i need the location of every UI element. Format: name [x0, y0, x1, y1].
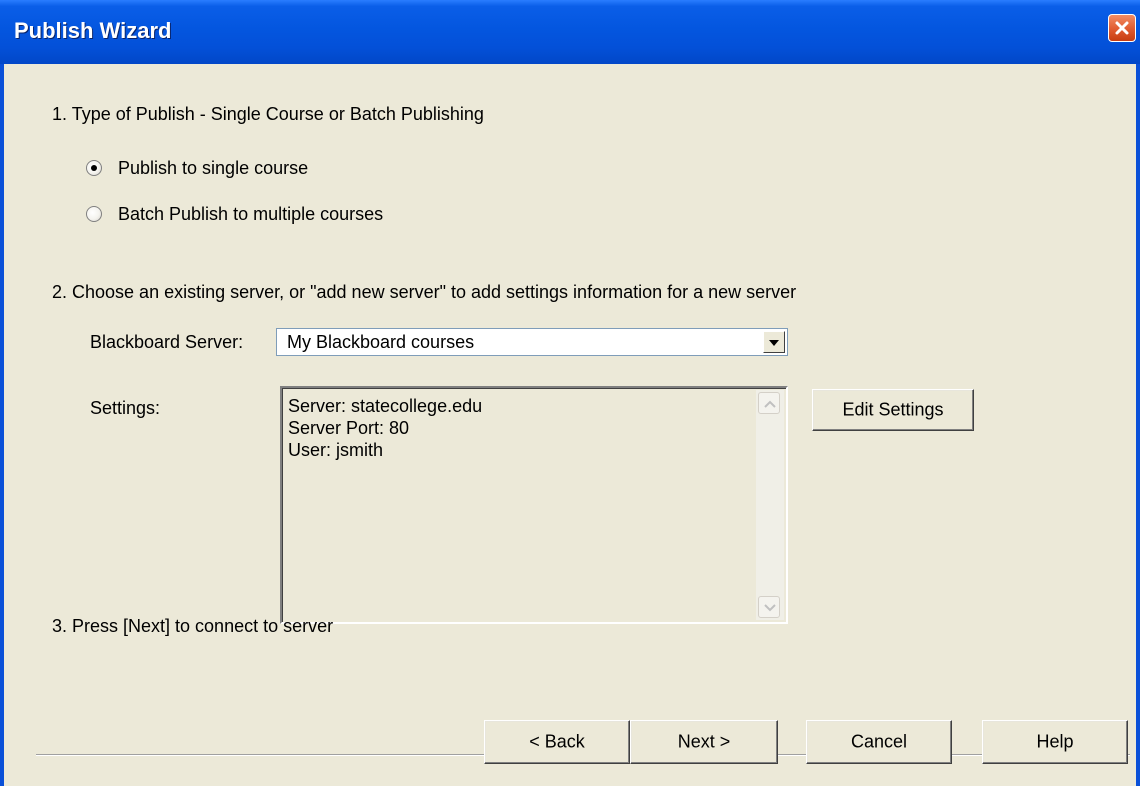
settings-textbox[interactable]: Server: statecollege.edu Server Port: 80… [280, 386, 788, 624]
step2-heading: 2. Choose an existing server, or "add ne… [52, 282, 797, 302]
close-icon [1115, 21, 1129, 35]
edit-settings-button[interactable]: Edit Settings [812, 389, 974, 431]
help-button[interactable]: Help [982, 720, 1128, 764]
title-bar[interactable]: Publish Wizard [0, 0, 1140, 64]
radio-batch-publish[interactable] [86, 206, 102, 222]
radio-single-course[interactable] [86, 160, 102, 176]
chevron-down-icon [769, 340, 779, 346]
blackboard-server-label: Blackboard Server: [90, 332, 244, 352]
help-button-label: Help [1036, 731, 1074, 752]
chevron-up-icon [764, 400, 776, 408]
dialog-body: 1. Type of Publish - Single Course or Ba… [4, 64, 1136, 786]
radio-label-batch-publish[interactable]: Batch Publish to multiple courses [118, 204, 383, 225]
window-title: Publish Wizard [14, 18, 172, 43]
settings-scrollbar[interactable] [756, 390, 784, 620]
close-button[interactable] [1108, 14, 1136, 42]
step3-heading: 3. Press [Next] to connect to server [52, 616, 334, 636]
scroll-down-button[interactable] [758, 596, 780, 618]
settings-label: Settings: [90, 398, 161, 418]
blackboard-server-value: My Blackboard courses [287, 332, 475, 352]
publish-wizard-window: Publish Wizard 1. Type of Publish - Sing… [0, 0, 1140, 786]
cancel-button-label: Cancel [850, 731, 908, 752]
back-button[interactable]: < Back [484, 720, 630, 764]
next-button[interactable]: Next > [630, 720, 778, 764]
radio-selected-dot [91, 165, 97, 171]
back-button-label: < Back [529, 731, 585, 752]
settings-line-user: User: jsmith [288, 440, 384, 460]
blackboard-server-dropdown[interactable]: My Blackboard courses [276, 328, 788, 356]
radio-label-single-course[interactable]: Publish to single course [118, 158, 308, 179]
settings-line-port: Server Port: 80 [288, 418, 410, 438]
settings-line-server: Server: statecollege.edu [288, 396, 483, 416]
chevron-down-icon [764, 604, 776, 612]
edit-settings-label: Edit Settings [842, 399, 944, 420]
dropdown-button[interactable] [763, 331, 785, 353]
next-button-label: Next > [677, 731, 731, 752]
cancel-button[interactable]: Cancel [806, 720, 952, 764]
step1-heading: 1. Type of Publish - Single Course or Ba… [52, 104, 484, 124]
scroll-up-button[interactable] [758, 392, 780, 414]
